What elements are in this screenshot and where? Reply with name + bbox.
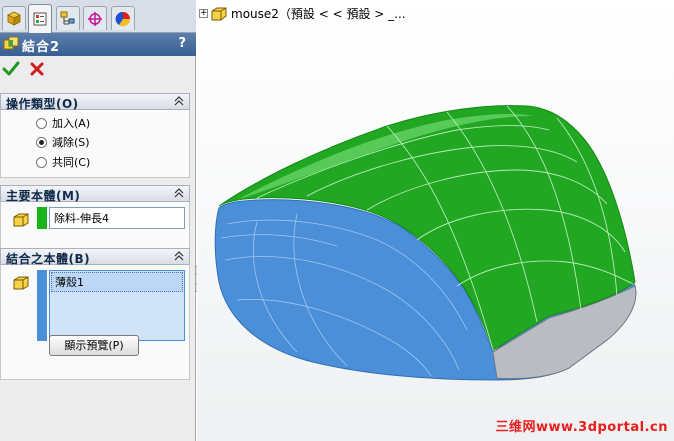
bodies-to-combine-group: 結合之本體(B) 薄殼1 bbox=[0, 248, 190, 380]
operation-type-group: 操作類型(O) 加入(A) 減除(S) 共同(C) bbox=[0, 93, 190, 178]
mouse-3d-model[interactable] bbox=[197, 0, 674, 441]
feature-manager-tab[interactable] bbox=[2, 6, 26, 30]
feature-tree-icon bbox=[7, 11, 21, 26]
solid-body-icon bbox=[13, 276, 29, 290]
configuration-manager-tab[interactable] bbox=[56, 6, 80, 30]
solid-body-icon bbox=[13, 213, 29, 227]
operation-type-body: 加入(A) 減除(S) 共同(C) bbox=[0, 110, 190, 178]
ok-button[interactable] bbox=[2, 60, 20, 81]
watermark-text: 三维网www.3dportal.cn bbox=[495, 420, 668, 435]
collapse-chevron-icon[interactable] bbox=[173, 187, 185, 199]
main-body-color-swatch bbox=[37, 207, 47, 229]
property-sheet-icon bbox=[33, 12, 47, 26]
list-item[interactable]: 薄殼1 bbox=[51, 272, 183, 292]
crosshair-icon bbox=[88, 11, 102, 26]
show-preview-button[interactable]: 顯示預覽(P) bbox=[49, 335, 139, 356]
property-manager-panel: 結合2 ? 操作類型(O) 加入(A) 減除(S) 共同(C) 主要本體(M) … bbox=[0, 0, 196, 441]
radio-button-add[interactable] bbox=[36, 117, 47, 129]
checkmark-icon bbox=[2, 61, 20, 76]
bodies-list-box[interactable]: 薄殼1 bbox=[49, 270, 185, 341]
radio-common-label: 共同(C) bbox=[52, 156, 91, 169]
main-body-header[interactable]: 主要本體(M) bbox=[0, 185, 190, 203]
radio-add-label: 加入(A) bbox=[52, 117, 91, 130]
property-manager-tab[interactable] bbox=[28, 4, 52, 33]
collapse-chevron-icon[interactable] bbox=[173, 95, 185, 107]
property-manager-title-bar: 結合2 ? bbox=[0, 33, 196, 56]
part-icon bbox=[211, 7, 227, 20]
appearance-pie-icon bbox=[115, 11, 131, 26]
bodies-to-combine-header[interactable]: 結合之本體(B) bbox=[0, 248, 190, 266]
radio-button-subtract[interactable] bbox=[36, 136, 47, 148]
main-body-body: 除料-伸長4 bbox=[0, 202, 190, 252]
close-x-icon bbox=[30, 62, 44, 76]
collapse-chevron-icon[interactable] bbox=[173, 250, 185, 262]
dimxpert-tab[interactable] bbox=[83, 6, 107, 30]
feature-tree-root[interactable]: + mouse2（預設 < < 預設 > _... bbox=[197, 5, 406, 22]
tool-body-color-swatch bbox=[37, 270, 47, 341]
bodies-to-combine-body: 薄殼1 bbox=[0, 265, 190, 380]
main-body-group: 主要本體(M) 除料-伸長4 bbox=[0, 185, 190, 252]
combine-feature-icon bbox=[3, 36, 19, 50]
graphics-area[interactable]: + mouse2（預設 < < 預設 > _... 三维网www.3dporta… bbox=[197, 0, 674, 441]
manager-tab-bar bbox=[0, 0, 196, 33]
radio-subtract[interactable]: 減除(S) bbox=[36, 134, 90, 150]
radio-button-common[interactable] bbox=[36, 156, 47, 168]
model-name-label: mouse2（預設 < < 預設 > _... bbox=[231, 7, 406, 21]
radio-subtract-label: 減除(S) bbox=[52, 136, 90, 149]
radio-add[interactable]: 加入(A) bbox=[36, 115, 90, 131]
operation-type-header[interactable]: 操作類型(O) bbox=[0, 93, 190, 111]
cancel-button[interactable] bbox=[28, 60, 46, 81]
tree-expand-toggle[interactable]: + bbox=[199, 9, 208, 18]
help-button[interactable]: ? bbox=[178, 36, 186, 51]
display-manager-tab[interactable] bbox=[111, 6, 135, 30]
feature-title: 結合2 bbox=[22, 40, 61, 55]
configuration-icon bbox=[60, 11, 75, 24]
main-body-selection-box[interactable]: 除料-伸長4 bbox=[49, 207, 185, 229]
radio-common[interactable]: 共同(C) bbox=[36, 154, 90, 170]
